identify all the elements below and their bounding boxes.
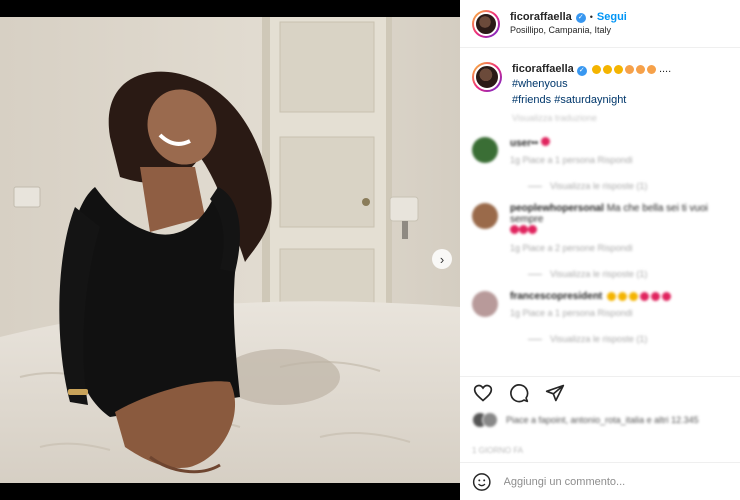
- comment-input[interactable]: [503, 476, 728, 488]
- likes-text: Piace a fapoint, antonio_rota_italia e a…: [506, 415, 699, 425]
- post-modal: › ficoraffaella ✓ • Segui Posillipo, Cam…: [0, 0, 740, 500]
- photo-image: [0, 17, 460, 483]
- comment-item: peoplewhopersonal Ma che bella sei ti vu…: [460, 202, 740, 279]
- commenter-avatar[interactable]: [472, 290, 498, 317]
- comment-item: user•• 1g Piace a 1 persona Rispondi Vis…: [460, 136, 740, 191]
- post-caption: ficoraffaella ✓ .... #whenyous #friends …: [460, 58, 740, 125]
- commenter-avatar[interactable]: [472, 202, 498, 229]
- commenter-avatar[interactable]: [472, 136, 498, 163]
- divider: [460, 376, 740, 377]
- commenter-username[interactable]: user••: [510, 138, 538, 149]
- comment-meta[interactable]: 1g Piace a 1 persona Rispondi: [510, 155, 728, 165]
- verified-badge-icon: ✓: [576, 65, 587, 76]
- hashtag-link[interactable]: #saturdaynight: [554, 94, 626, 106]
- author-username[interactable]: ficoraffaella: [510, 11, 572, 25]
- post-sidebar: ficoraffaella ✓ • Segui Posillipo, Campa…: [460, 0, 740, 500]
- post-timestamp: 1 GIORNO FA: [472, 446, 524, 455]
- next-photo-button[interactable]: ›: [432, 249, 452, 269]
- paper-plane-icon: [545, 384, 565, 402]
- commenter-username[interactable]: peoplewhopersonal: [510, 203, 604, 214]
- post-header: ficoraffaella ✓ • Segui Posillipo, Campa…: [460, 0, 740, 48]
- comment-meta[interactable]: 1g Piace a 1 persona Rispondi: [510, 308, 728, 318]
- comment-icon: [510, 384, 529, 403]
- caption-text: ....: [658, 63, 672, 75]
- post-photo[interactable]: ›: [0, 17, 460, 483]
- verified-badge-icon: ✓: [575, 12, 586, 23]
- caption-avatar[interactable]: [472, 62, 502, 92]
- view-replies-link[interactable]: Visualizza le risposte (1): [528, 334, 728, 344]
- translate-link[interactable]: Visualizza traduzione: [512, 112, 728, 125]
- view-replies-link[interactable]: Visualizza le risposte (1): [528, 269, 728, 279]
- author-avatar[interactable]: [472, 9, 500, 38]
- heart-icon: [473, 384, 493, 402]
- post-actions: [472, 382, 566, 404]
- hashtag-link[interactable]: #friends: [512, 94, 551, 106]
- follow-button[interactable]: Segui: [597, 11, 627, 25]
- like-button[interactable]: [472, 382, 494, 404]
- comment-item: francescopresident 1g Piace a 1 persona …: [460, 290, 740, 344]
- caption-emojis: [591, 64, 656, 74]
- likes-summary[interactable]: Piace a fapoint, antonio_rota_italia e a…: [472, 412, 699, 428]
- caption-username[interactable]: ficoraffaella: [512, 63, 574, 75]
- view-replies-link[interactable]: Visualizza le risposte (1): [528, 181, 728, 191]
- divider: [460, 462, 740, 463]
- comment-button[interactable]: [508, 382, 530, 404]
- comments-list[interactable]: ficoraffaella ✓ .... #whenyous #friends …: [460, 58, 740, 376]
- comment-composer: [460, 464, 740, 500]
- share-button[interactable]: [544, 382, 566, 404]
- chevron-right-icon: ›: [439, 251, 445, 267]
- smiley-icon[interactable]: [472, 472, 492, 492]
- separator-dot: •: [589, 12, 593, 23]
- commenter-username[interactable]: francescopresident: [510, 291, 602, 302]
- hashtag-link[interactable]: #whenyous: [512, 78, 568, 90]
- post-location[interactable]: Posillipo, Campania, Italy: [510, 25, 627, 36]
- comment-meta[interactable]: 1g Piace a 2 persone Rispondi: [510, 243, 728, 253]
